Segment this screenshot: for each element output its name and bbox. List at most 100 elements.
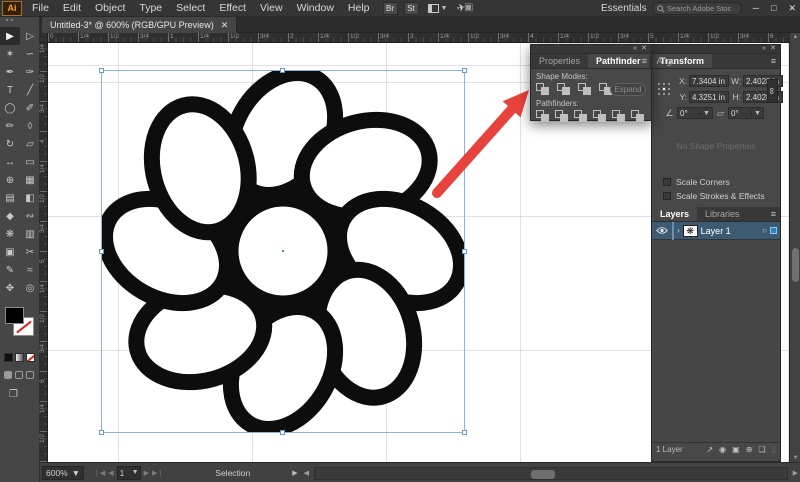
arrange-documents-button[interactable]: ▼ bbox=[427, 3, 447, 13]
selection-handle[interactable] bbox=[462, 68, 467, 73]
color-button[interactable] bbox=[4, 353, 13, 362]
clipping-mask-icon[interactable]: ▣ bbox=[732, 445, 740, 454]
layer-target-icon[interactable]: ○ bbox=[762, 226, 767, 235]
scroll-down-icon[interactable]: ▼ bbox=[790, 455, 800, 461]
zoom-level-select[interactable]: 600% ▼ bbox=[42, 465, 84, 480]
menu-help[interactable]: Help bbox=[341, 0, 377, 16]
minus-back-icon[interactable] bbox=[631, 110, 646, 123]
ruler-origin-corner[interactable] bbox=[40, 33, 48, 43]
magic-wand-tool[interactable]: ✶ bbox=[0, 45, 20, 63]
hand-tool[interactable]: ✥ bbox=[0, 279, 20, 297]
scroll-left-icon[interactable]: ◀ bbox=[304, 469, 309, 477]
selection-handle[interactable] bbox=[462, 430, 467, 435]
vertical-ruler[interactable]: 1/4 1/2 3/4 4 1/4 1/2 3/4 5 1/4 1/2 3/4 6 1/4 1/2 bbox=[39, 43, 48, 462]
scale-tool[interactable]: ▱ bbox=[20, 135, 40, 153]
tab-properties[interactable]: Properties bbox=[531, 54, 588, 68]
tab-pathfinder[interactable]: Pathfinder bbox=[588, 54, 649, 68]
collect-for-export-icon[interactable]: ↗ bbox=[706, 445, 713, 454]
free-transform-tool[interactable]: ▭ bbox=[20, 153, 40, 171]
perspective-grid-tool[interactable]: ▦ bbox=[20, 171, 40, 189]
expand-layer-icon[interactable]: › bbox=[677, 226, 680, 235]
horizontal-scrollbar[interactable]: ◀ ▶ bbox=[304, 463, 800, 482]
document-tab[interactable]: Untitled-3* @ 600% (RGB/GPU Preview) ✕ bbox=[42, 17, 238, 33]
mesh-tool[interactable]: ▤ bbox=[0, 189, 20, 207]
new-layer-icon[interactable]: ❏ bbox=[758, 445, 765, 454]
link-dimensions-icon[interactable]: ∞ bbox=[767, 79, 778, 103]
draw-inside-icon[interactable] bbox=[26, 371, 34, 379]
gradient-button[interactable] bbox=[15, 353, 24, 362]
outline-icon[interactable] bbox=[612, 110, 627, 123]
rotate-angle-select[interactable]: ▼ bbox=[677, 107, 713, 119]
column-graph-tool[interactable]: ▥ bbox=[20, 225, 40, 243]
x-field[interactable] bbox=[689, 75, 729, 87]
line-segment-tool[interactable]: ╱ bbox=[20, 81, 40, 99]
stock-button[interactable]: St bbox=[403, 1, 419, 15]
smooth-tool[interactable]: ≈ bbox=[20, 261, 40, 279]
artboard-number-field[interactable] bbox=[119, 467, 132, 478]
blend-tool[interactable]: ∾ bbox=[20, 207, 40, 225]
rotate-angle-field[interactable] bbox=[678, 108, 700, 118]
layer-row[interactable]: › ❋ Layer 1 ○ bbox=[652, 221, 780, 240]
scroll-right-icon[interactable]: ▶ bbox=[793, 469, 798, 477]
selection-handle[interactable] bbox=[99, 430, 104, 435]
delete-layer-icon[interactable]: ▯ bbox=[772, 445, 776, 454]
visibility-eye-icon[interactable] bbox=[655, 227, 669, 234]
gpu-performance-icon[interactable]: ▣ bbox=[464, 2, 473, 13]
zoom-tool[interactable]: ◎ bbox=[20, 279, 40, 297]
trim-icon[interactable] bbox=[555, 110, 570, 123]
close-panel-icon[interactable]: ✕ bbox=[770, 44, 776, 53]
scroll-up-icon[interactable]: ▲ bbox=[790, 34, 800, 40]
status-bar-menu-icon[interactable]: ▶ bbox=[292, 469, 297, 477]
menu-select[interactable]: Select bbox=[169, 0, 212, 16]
direct-selection-tool[interactable]: ▷ bbox=[20, 27, 40, 45]
tab-align[interactable]: Align bbox=[649, 54, 685, 68]
maximize-button[interactable]: □ bbox=[771, 0, 776, 17]
reference-point-locator[interactable] bbox=[656, 81, 671, 96]
shear-angle-select[interactable]: ▼ bbox=[727, 107, 764, 119]
draw-behind-icon[interactable] bbox=[15, 371, 23, 379]
curvature-tool[interactable]: ✑ bbox=[20, 63, 40, 81]
minus-front-icon[interactable] bbox=[557, 83, 572, 96]
tab-layers[interactable]: Layers bbox=[652, 207, 698, 221]
selection-tool[interactable]: ▶ bbox=[0, 27, 20, 45]
menu-effect[interactable]: Effect bbox=[212, 0, 253, 16]
horizontal-scroll-track[interactable] bbox=[313, 466, 788, 480]
rotate-tool[interactable]: ↻ bbox=[0, 135, 20, 153]
shape-builder-tool[interactable]: ⊕ bbox=[0, 171, 20, 189]
previous-artboard-icon[interactable]: ◀ bbox=[108, 469, 113, 477]
shaper-tool[interactable]: ✎ bbox=[0, 261, 20, 279]
pen-tool[interactable]: ✒ bbox=[0, 63, 20, 81]
dock-titlebar[interactable]: « ✕ bbox=[652, 45, 780, 54]
slice-tool[interactable]: ✂ bbox=[20, 243, 40, 261]
layer-thumbnail[interactable]: ❋ bbox=[682, 224, 698, 237]
expand-button[interactable]: Expand bbox=[610, 83, 646, 96]
unite-icon[interactable] bbox=[536, 83, 551, 96]
panel-menu-icon[interactable]: ≡ bbox=[771, 54, 776, 69]
new-sublayer-icon[interactable]: ⊕ bbox=[746, 445, 753, 454]
collapse-panel-icon[interactable]: « bbox=[633, 44, 637, 53]
artboard-tool[interactable]: ▣ bbox=[0, 243, 20, 261]
crop-icon[interactable] bbox=[593, 110, 608, 123]
fill-color-swatch[interactable] bbox=[5, 307, 24, 324]
menu-edit[interactable]: Edit bbox=[56, 0, 88, 16]
minimize-button[interactable]: ─ bbox=[753, 0, 759, 17]
selection-center-point[interactable] bbox=[281, 249, 285, 253]
menu-window[interactable]: Window bbox=[290, 0, 341, 16]
horizontal-scroll-thumb[interactable] bbox=[530, 469, 555, 479]
lasso-tool[interactable]: ∽ bbox=[20, 45, 40, 63]
vertical-scrollbar[interactable]: ▲ ▼ bbox=[789, 33, 800, 462]
selection-handle[interactable] bbox=[99, 68, 104, 73]
collapse-panel-icon[interactable]: « bbox=[762, 44, 766, 53]
scale-corners-checkbox[interactable] bbox=[663, 178, 671, 186]
menu-type[interactable]: Type bbox=[132, 0, 169, 16]
panel-menu-icon[interactable]: ≡ bbox=[642, 54, 647, 69]
last-artboard-icon[interactable]: ▶❘ bbox=[152, 469, 163, 477]
menu-file[interactable]: File bbox=[25, 0, 56, 16]
selection-handle[interactable] bbox=[280, 68, 285, 73]
ellipse-tool[interactable]: ◯ bbox=[0, 99, 20, 117]
eraser-tool[interactable]: ◊ bbox=[20, 117, 40, 135]
artboard-number-select[interactable]: ▼ bbox=[116, 465, 141, 480]
horizontal-ruler[interactable]: 0 1/4 1/2 3/4 1 1/4 1/2 3/4 2 1/4 1/2 3/4 3 1/4 1/2 3/4… bbox=[48, 33, 789, 43]
toolbar-collapse-toggle[interactable]: ▪▪ bbox=[0, 17, 39, 27]
scale-strokes-checkbox[interactable] bbox=[663, 192, 671, 200]
